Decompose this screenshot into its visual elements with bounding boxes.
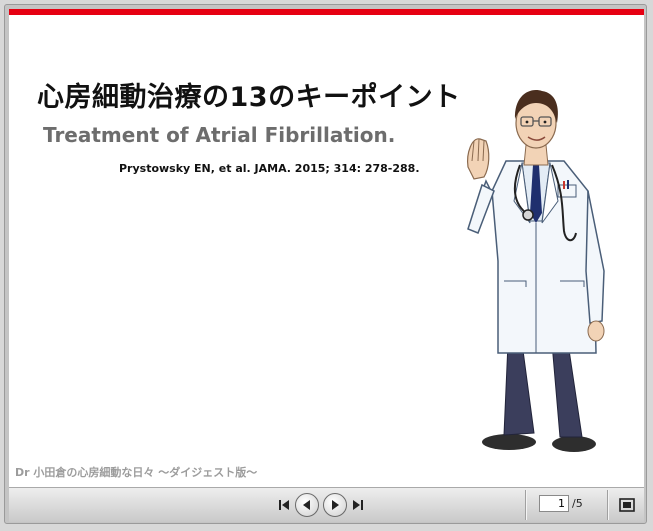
- fullscreen-icon[interactable]: [619, 497, 635, 512]
- slide-title: 心房細動治療の13のキーポイント: [37, 82, 461, 113]
- viewer-frame: 心房細動治療の13のキーポイント Treatment of Atrial Fib…: [4, 4, 647, 524]
- slide: 心房細動治療の13のキーポイント Treatment of Atrial Fib…: [9, 9, 644, 487]
- slide-citation: Prystowsky EN, et al. JAMA. 2015; 314: 2…: [119, 162, 420, 175]
- skip-forward-icon[interactable]: [351, 495, 365, 515]
- previous-icon[interactable]: [295, 493, 319, 517]
- toolbar-divider: [607, 490, 608, 520]
- toolbar-divider: [525, 490, 526, 520]
- current-page-input[interactable]: [539, 495, 569, 512]
- slide-footer-caption: Dr 小田倉の心房細動な日々 ～ダイジェスト版～: [15, 466, 258, 479]
- total-pages-label: /5: [572, 497, 583, 510]
- player-toolbar: /5: [9, 487, 644, 522]
- playback-controls: [277, 492, 365, 518]
- page-indicator: /5: [539, 495, 583, 512]
- play-icon[interactable]: [323, 493, 347, 517]
- slide-subtitle: Treatment of Atrial Fibrillation.: [43, 123, 396, 147]
- skip-back-icon[interactable]: [277, 495, 291, 515]
- doctor-illustration: [467, 90, 605, 452]
- slide-top-accent-bar: [9, 9, 644, 15]
